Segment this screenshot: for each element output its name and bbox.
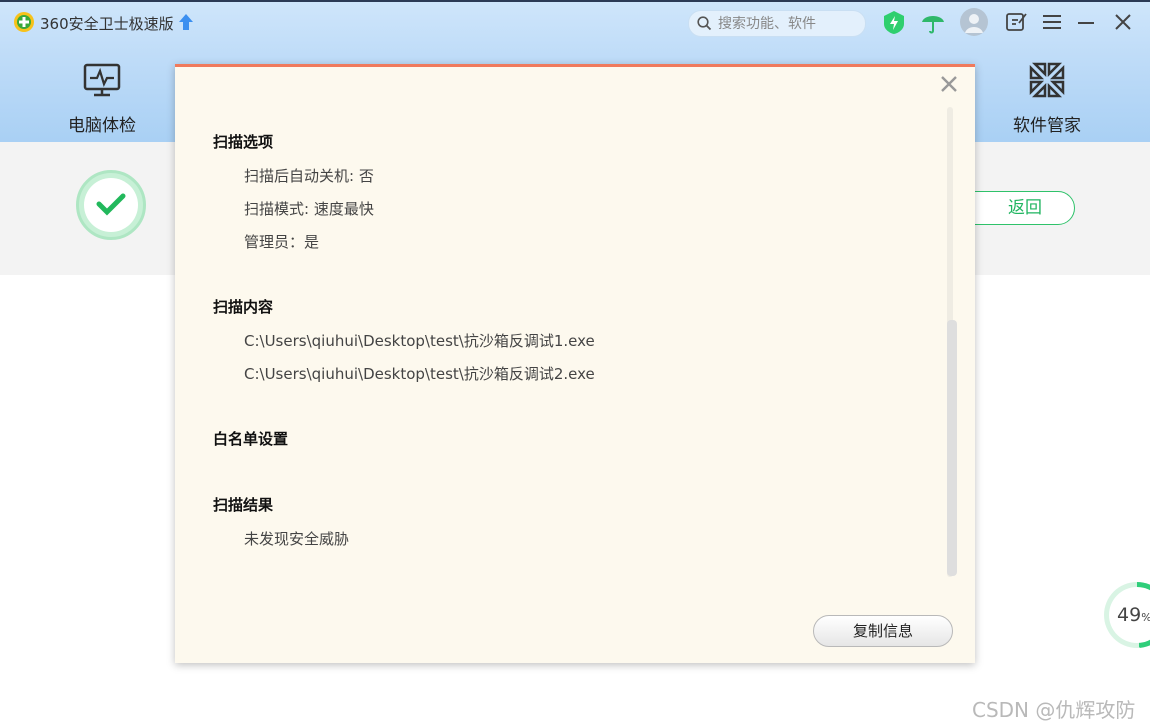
section-title-whitelist: 白名单设置	[213, 430, 289, 448]
nav-label-pc-checkup: 电脑体检	[68, 116, 136, 136]
dialog-close-icon[interactable]	[938, 73, 960, 95]
status-check-badge	[76, 170, 146, 240]
nav-item-pc-checkup[interactable]: 电脑体检	[47, 56, 157, 142]
scan-report-dialog: 扫描选项 扫描后自动关机: 否 扫描模式: 速度最快 管理员：是 扫描内容 C:…	[175, 64, 975, 663]
section-title-scan-options: 扫描选项	[213, 133, 274, 151]
scrollbar-thumb[interactable]	[947, 320, 957, 576]
section-title-scan-result: 扫描结果	[213, 496, 274, 514]
progress-percent: 49%	[1117, 604, 1150, 626]
feedback-icon[interactable]	[1003, 9, 1029, 35]
window-close-icon[interactable]	[1110, 9, 1136, 35]
search-box[interactable]	[688, 10, 866, 37]
nav-label-software-manager: 软件管家	[1013, 116, 1081, 136]
software-manager-icon	[1029, 62, 1065, 98]
menu-icon[interactable]	[1039, 9, 1065, 35]
copy-info-button[interactable]: 复制信息	[813, 615, 953, 647]
watermark: CSDN @仇辉攻防	[972, 698, 1136, 722]
checkmark-icon	[96, 193, 126, 216]
scan-result-item: 未发现安全威胁	[244, 530, 350, 548]
nav-item-software-manager[interactable]: 软件管家	[992, 56, 1102, 142]
umbrella-icon[interactable]	[920, 9, 946, 35]
user-icon	[965, 14, 983, 33]
scan-option-item: 扫描后自动关机: 否	[244, 167, 374, 185]
minimize-icon[interactable]	[1073, 9, 1099, 35]
app-title: 360安全卫士极速版	[40, 15, 174, 33]
app-logo-icon	[14, 12, 34, 32]
scan-content-path: C:\Users\qiuhui\Desktop\test\抗沙箱反调试1.exe	[244, 332, 595, 350]
search-icon	[697, 16, 712, 31]
scan-option-item: 管理员：是	[244, 233, 320, 251]
shield-green-icon[interactable]	[881, 9, 907, 35]
search-input[interactable]	[716, 14, 860, 34]
user-avatar[interactable]	[960, 8, 988, 36]
scan-content-path: C:\Users\qiuhui\Desktop\test\抗沙箱反调试2.exe	[244, 365, 595, 383]
upgrade-arrow-icon[interactable]	[178, 13, 194, 31]
scan-option-item: 扫描模式: 速度最快	[244, 200, 374, 218]
window-top-border	[0, 0, 1150, 2]
monitor-pulse-icon	[83, 63, 121, 97]
section-title-scan-content: 扫描内容	[213, 298, 274, 316]
